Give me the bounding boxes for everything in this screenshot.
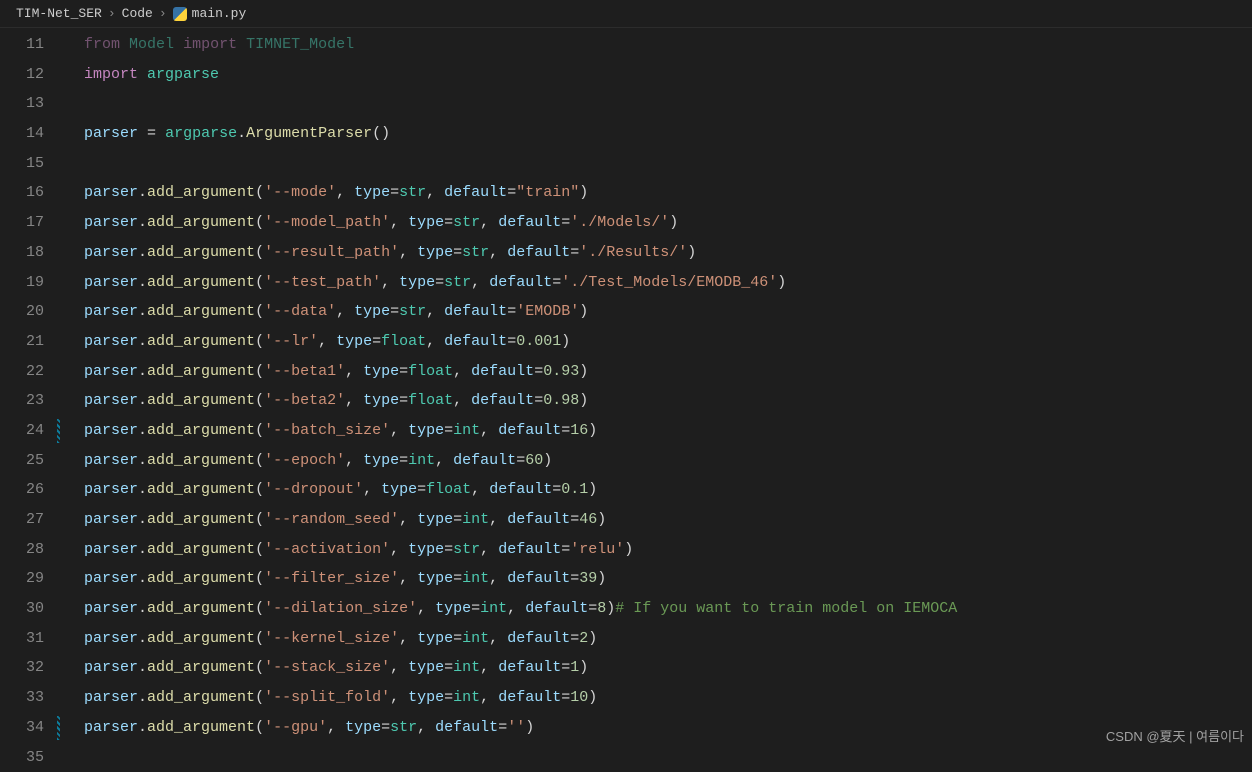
code-line[interactable] — [84, 149, 1252, 179]
code-line[interactable]: parser.add_argument('--epoch', type=int,… — [84, 446, 1252, 476]
code-line[interactable]: parser.add_argument('--batch_size', type… — [84, 416, 1252, 446]
line-number: 12 — [0, 60, 62, 90]
code-line[interactable]: parser.add_argument('--lr', type=float, … — [84, 327, 1252, 357]
code-line[interactable]: import argparse — [84, 60, 1252, 90]
watermark-text: CSDN @夏天 | 여름이다 — [1106, 726, 1244, 745]
line-number: 33 — [0, 683, 62, 713]
line-number: 29 — [0, 564, 62, 594]
code-line[interactable]: parser.add_argument('--result_path', typ… — [84, 238, 1252, 268]
line-number-gutter: 1112131415161718192021222324252627282930… — [0, 28, 62, 751]
line-number: 30 — [0, 594, 62, 624]
line-number: 32 — [0, 653, 62, 683]
breadcrumb-seg-root[interactable]: TIM-Net_SER — [16, 6, 102, 21]
line-number: 19 — [0, 268, 62, 298]
code-line[interactable]: parser.add_argument('--dropout', type=fl… — [84, 475, 1252, 505]
code-line[interactable]: parser.add_argument('--random_seed', typ… — [84, 505, 1252, 535]
code-line[interactable]: parser.add_argument('--filter_size', typ… — [84, 564, 1252, 594]
code-line[interactable]: parser.add_argument('--activation', type… — [84, 535, 1252, 565]
line-number: 18 — [0, 238, 62, 268]
code-editor[interactable]: 1112131415161718192021222324252627282930… — [0, 28, 1252, 751]
line-number: 26 — [0, 475, 62, 505]
code-line[interactable]: from Model import TIMNET_Model — [84, 30, 1252, 60]
line-number: 22 — [0, 357, 62, 387]
code-line[interactable]: parser.add_argument('--gpu', type=str, d… — [84, 713, 1252, 743]
breadcrumb-seg-file[interactable]: main.py — [173, 6, 247, 21]
chevron-right-icon: › — [108, 6, 116, 21]
line-number: 11 — [0, 30, 62, 60]
code-line[interactable]: parser = argparse.ArgumentParser() — [84, 119, 1252, 149]
code-line[interactable]: parser.add_argument('--dilation_size', t… — [84, 594, 1252, 624]
code-line[interactable]: parser.add_argument('--test_path', type=… — [84, 268, 1252, 298]
code-line[interactable] — [84, 89, 1252, 119]
line-number: 13 — [0, 89, 62, 119]
code-line[interactable]: parser.add_argument('--beta1', type=floa… — [84, 357, 1252, 387]
code-line[interactable]: parser.add_argument('--split_fold', type… — [84, 683, 1252, 713]
breadcrumb[interactable]: TIM-Net_SER › Code › main.py — [0, 0, 1252, 28]
line-number: 17 — [0, 208, 62, 238]
line-number: 34 — [0, 713, 62, 743]
line-number: 24 — [0, 416, 62, 446]
line-number: 31 — [0, 624, 62, 654]
code-line[interactable]: parser.add_argument('--beta2', type=floa… — [84, 386, 1252, 416]
line-number: 21 — [0, 327, 62, 357]
line-number: 35 — [0, 743, 62, 772]
code-line[interactable]: parser.add_argument('--model_path', type… — [84, 208, 1252, 238]
line-number: 15 — [0, 149, 62, 179]
breadcrumb-file-name: main.py — [192, 6, 247, 21]
code-line[interactable] — [84, 743, 1252, 752]
code-line[interactable]: parser.add_argument('--data', type=str, … — [84, 297, 1252, 327]
code-line[interactable]: parser.add_argument('--kernel_size', typ… — [84, 624, 1252, 654]
line-number: 27 — [0, 505, 62, 535]
line-number: 14 — [0, 119, 62, 149]
code-content[interactable]: from Model import TIMNET_Modelimport arg… — [62, 28, 1252, 751]
line-number: 20 — [0, 297, 62, 327]
breadcrumb-seg-folder[interactable]: Code — [122, 6, 153, 21]
line-number: 23 — [0, 386, 62, 416]
python-file-icon — [173, 7, 187, 21]
line-number: 16 — [0, 178, 62, 208]
code-line[interactable]: parser.add_argument('--mode', type=str, … — [84, 178, 1252, 208]
line-number: 28 — [0, 535, 62, 565]
chevron-right-icon: › — [159, 6, 167, 21]
line-number: 25 — [0, 446, 62, 476]
code-line[interactable]: parser.add_argument('--stack_size', type… — [84, 653, 1252, 683]
